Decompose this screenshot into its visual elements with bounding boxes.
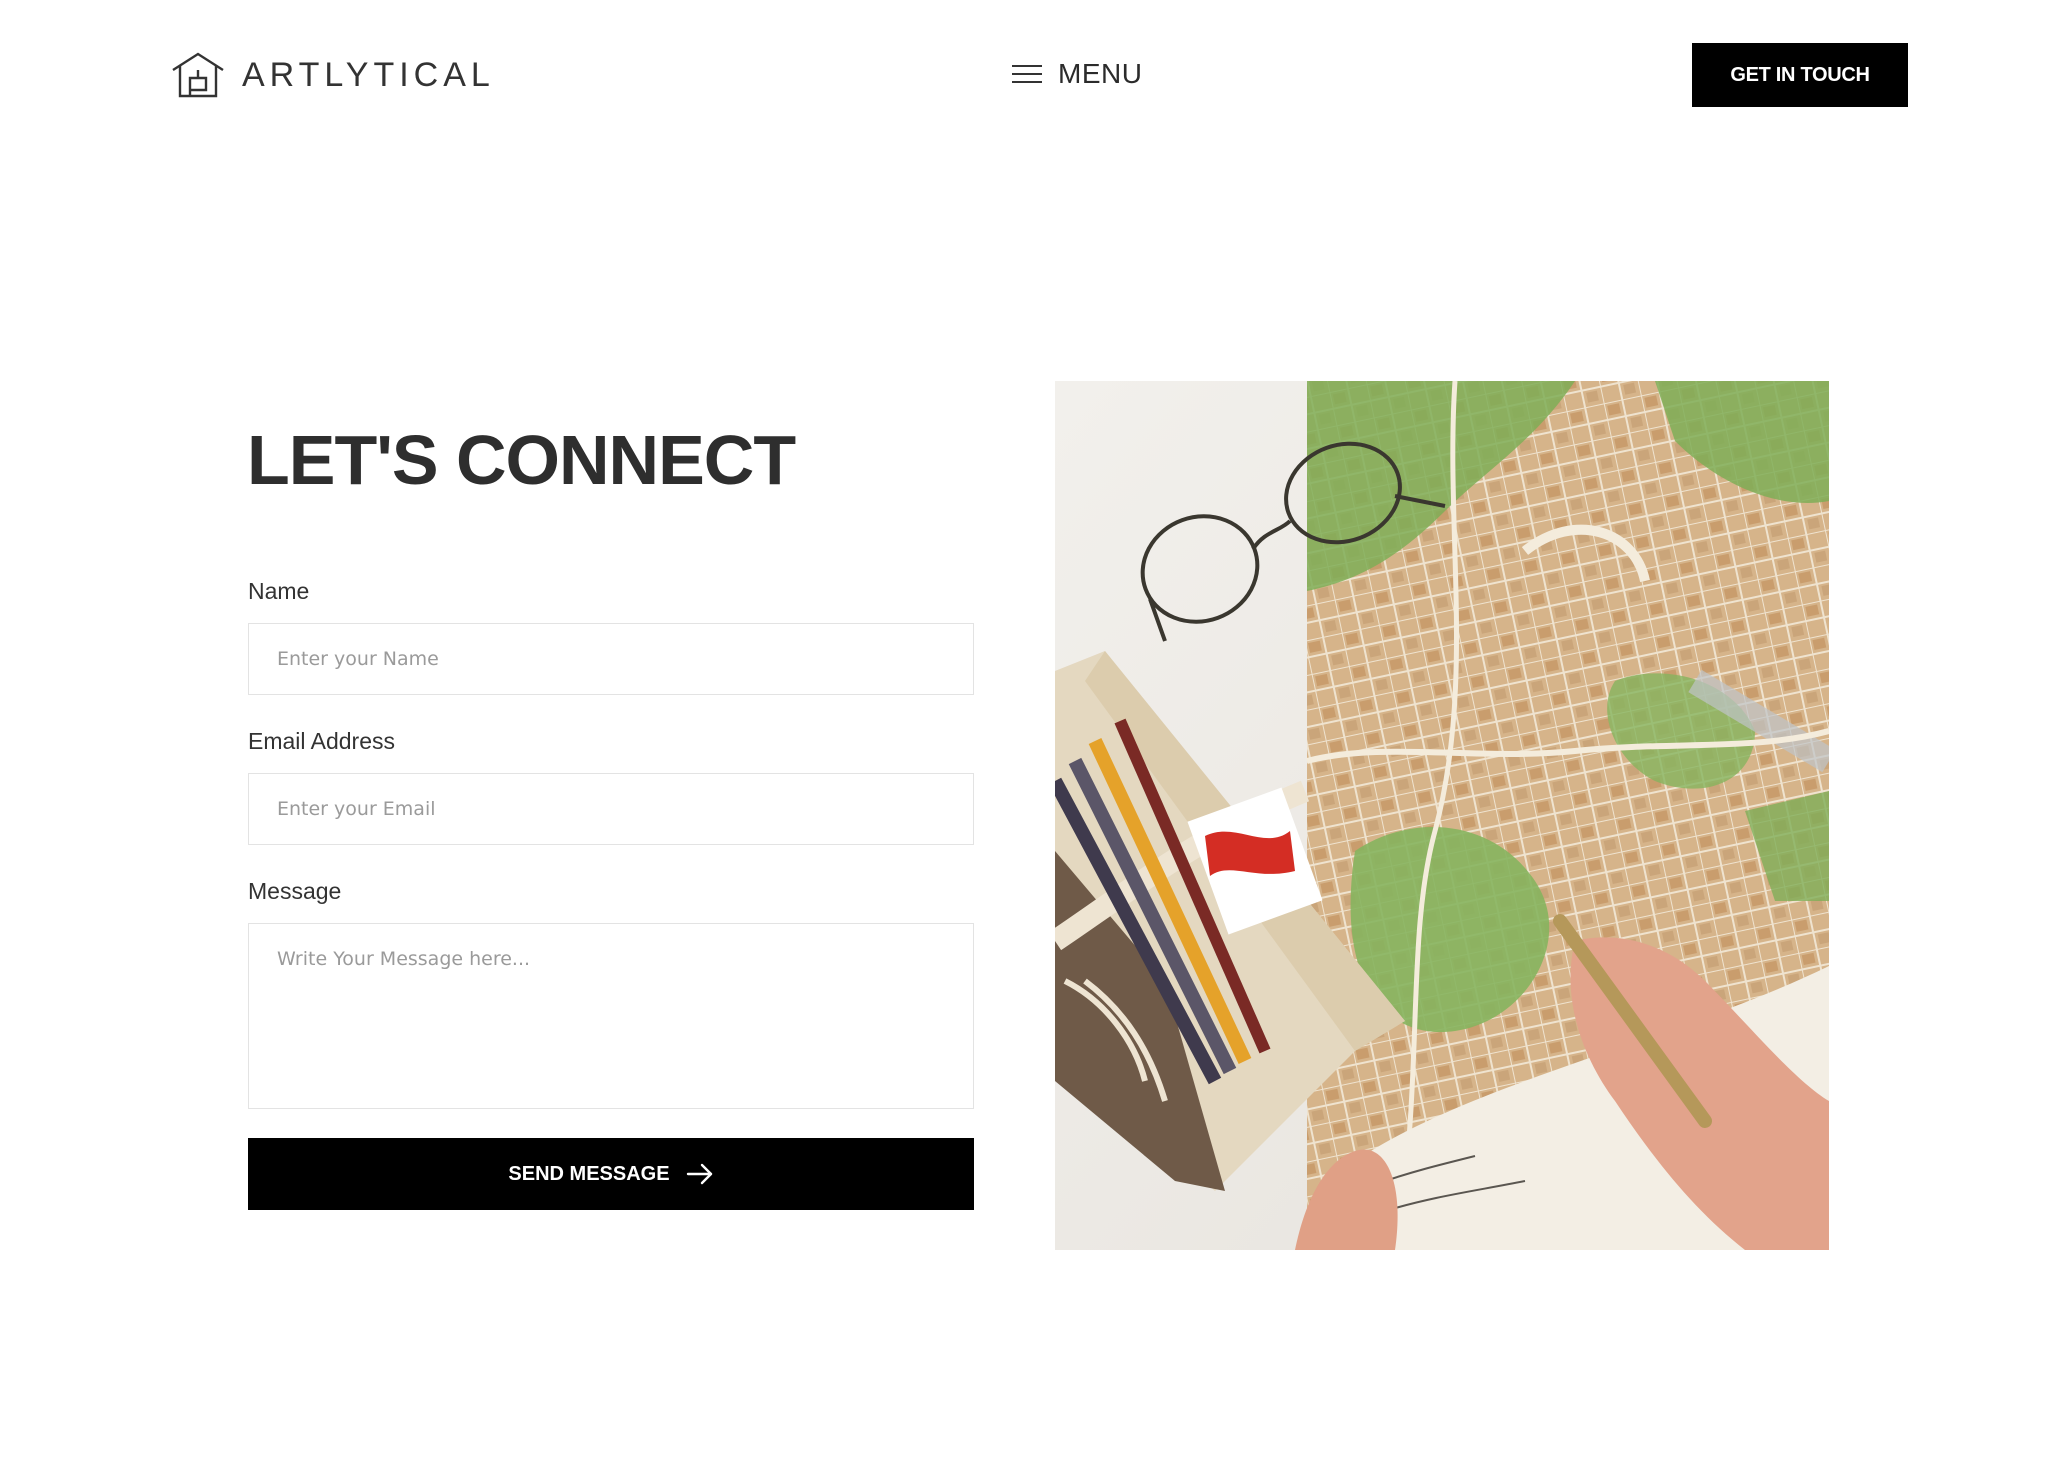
- message-textarea[interactable]: [248, 923, 974, 1109]
- email-input[interactable]: [248, 773, 974, 845]
- site-logo[interactable]: ARTLYTICAL: [170, 50, 495, 100]
- house-logo-icon: [172, 52, 224, 98]
- email-label: Email Address: [248, 728, 396, 754]
- contact-page: ARTLYTICAL MENU GET IN TOUCH LET'S CONNE…: [0, 0, 2070, 1470]
- get-in-touch-button[interactable]: GET IN TOUCH: [1692, 43, 1908, 107]
- name-label: Name: [248, 578, 310, 604]
- message-label: Message: [248, 878, 342, 904]
- map-desk-illustration: [1055, 381, 1829, 1250]
- arrow-right-icon: [686, 1163, 712, 1185]
- page-title: LET'S CONNECT: [247, 421, 796, 499]
- menu-toggle[interactable]: MENU: [1012, 58, 1142, 90]
- send-message-button[interactable]: SEND MESSAGE: [248, 1138, 974, 1210]
- name-input[interactable]: [248, 623, 974, 695]
- hamburger-icon: [1012, 63, 1042, 85]
- contact-photo: [1055, 381, 1829, 1250]
- send-message-label: SEND MESSAGE: [508, 1162, 670, 1185]
- menu-label: MENU: [1058, 58, 1143, 89]
- logo-text: ARTLYTICAL: [242, 55, 495, 94]
